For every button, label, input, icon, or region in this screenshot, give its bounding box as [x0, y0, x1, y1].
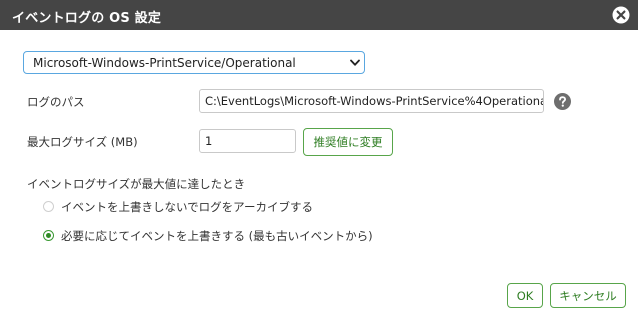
cancel-button[interactable]: キャンセル [550, 283, 626, 308]
radio-overwrite-label[interactable]: 必要に応じてイベントを上書きする (最も古いイベントから) [61, 228, 373, 244]
dialog-title: イベントログの OS 設定 [12, 11, 162, 26]
radio-archive[interactable] [43, 201, 54, 212]
recommend-value-button[interactable]: 推奨値に変更 [303, 128, 393, 156]
event-log-select[interactable]: Microsoft-Windows-PrintService/Operation… [23, 51, 365, 74]
dialog-titlebar: イベントログの OS 設定 [0, 0, 638, 30]
os-settings-dialog: イベントログの OS 設定 Microsoft-Windows-PrintSer… [0, 0, 638, 315]
log-path-label: ログのパス [27, 95, 85, 109]
log-path-input[interactable] [199, 89, 544, 113]
close-icon[interactable] [612, 6, 630, 24]
chevron-down-icon [350, 59, 360, 66]
on-full-label: イベントログサイズが最大値に達したとき [27, 177, 246, 191]
max-size-label: 最大ログサイズ (MB) [27, 135, 138, 149]
question-circle-icon[interactable] [554, 93, 571, 110]
ok-button[interactable]: OK [507, 283, 543, 308]
radio-overwrite[interactable] [43, 230, 54, 241]
radio-archive-label[interactable]: イベントを上書きしないでログをアーカイブする [61, 199, 313, 215]
event-log-select-value: Microsoft-Windows-PrintService/Operation… [33, 56, 296, 70]
max-size-input[interactable] [199, 129, 296, 153]
